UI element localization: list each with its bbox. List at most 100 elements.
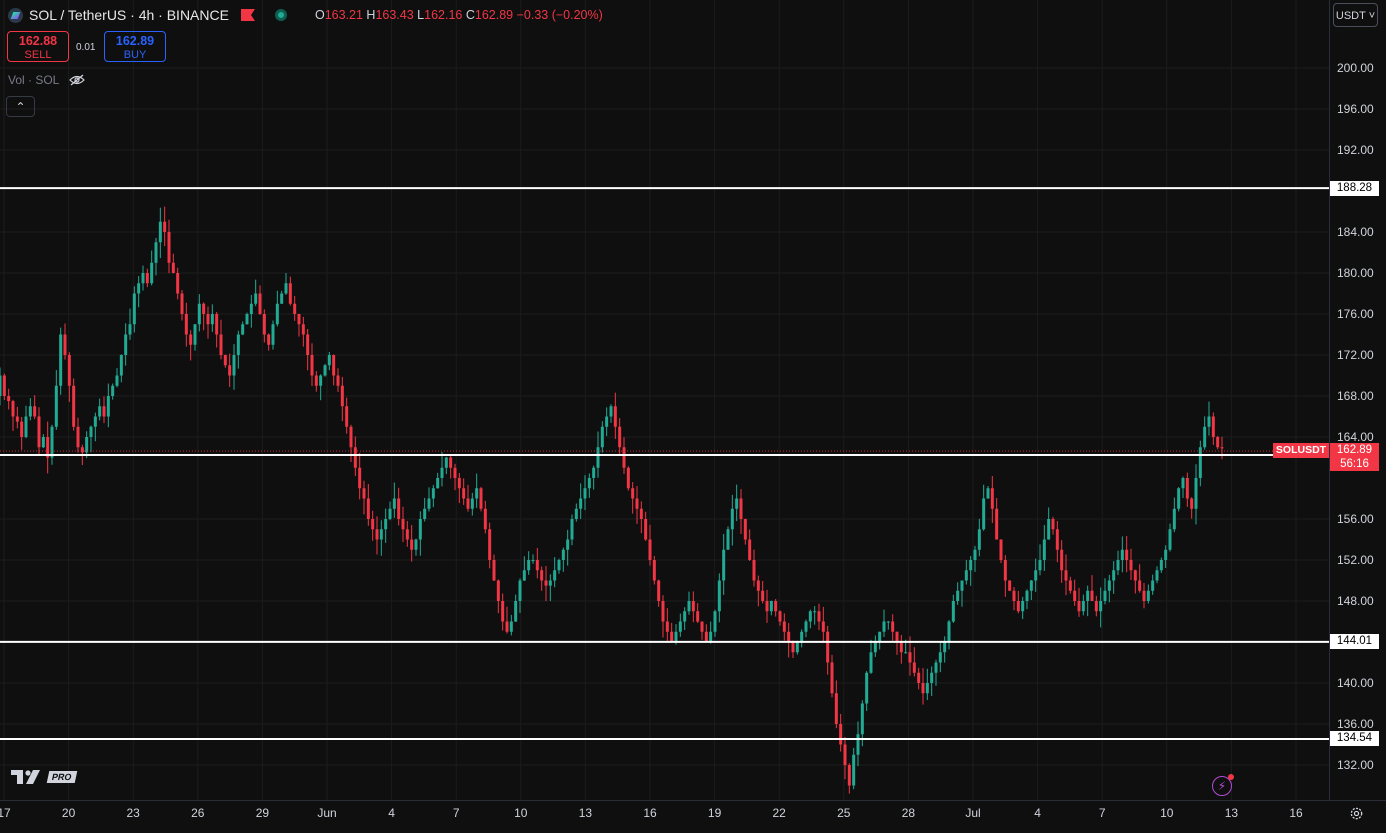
candle-body: [1125, 549, 1129, 560]
candle-body: [717, 580, 721, 612]
candle-body: [323, 365, 327, 376]
candle-body: [466, 498, 470, 509]
eye-hidden-icon[interactable]: [69, 74, 86, 86]
candle-body: [726, 529, 730, 550]
candle-body: [414, 539, 418, 550]
candle-body: [1107, 580, 1111, 591]
candlestick-series: [0, 206, 1224, 794]
candle-body: [795, 642, 799, 653]
candle-body: [553, 570, 557, 581]
time-tick: 4: [388, 806, 395, 820]
candle-body: [314, 375, 318, 386]
currency-label: USDT: [1335, 10, 1366, 22]
candle-body: [613, 406, 617, 427]
candle-body: [41, 437, 45, 448]
high-value: 163.43: [375, 8, 414, 22]
candle-body: [683, 611, 687, 622]
candle-body: [1021, 601, 1025, 612]
flag-icon[interactable]: [240, 9, 255, 21]
candle-body: [587, 478, 591, 489]
volume-indicator[interactable]: Vol · SOL: [8, 73, 86, 87]
candle-body: [908, 652, 912, 663]
candle-body: [1038, 560, 1042, 571]
buy-button[interactable]: 162.89 BUY: [104, 31, 166, 62]
candle-body: [1094, 601, 1098, 612]
time-tick: 7: [452, 806, 460, 820]
candle-body: [700, 621, 704, 632]
candle-body: [691, 601, 695, 612]
tradingview-logo[interactable]: PRO: [11, 770, 77, 784]
candle-body: [310, 355, 314, 376]
candle-body: [696, 611, 700, 622]
candle-body: [1168, 529, 1172, 550]
candle-body: [24, 416, 28, 437]
chart-grid: [0, 0, 1329, 800]
candle-body: [392, 498, 396, 509]
buy-label: BUY: [123, 49, 147, 61]
candle-body: [830, 662, 834, 694]
candle-body: [1198, 447, 1202, 478]
candle-body: [622, 447, 626, 468]
candle-body: [241, 324, 245, 335]
candle-body: [496, 580, 500, 601]
price-tick: 152.00: [1337, 553, 1374, 567]
candle-body: [769, 601, 773, 612]
time-tick: 13: [578, 806, 593, 820]
price-tick: 192.00: [1337, 143, 1374, 157]
candle-body: [475, 488, 479, 499]
candle-body: [427, 498, 431, 509]
horizontal-line-label: 188.28: [1330, 180, 1379, 196]
gear-icon[interactable]: [1349, 806, 1364, 821]
candle-body: [787, 631, 791, 642]
candle-body: [817, 611, 821, 622]
candle-body: [488, 529, 492, 560]
candle-body: [319, 375, 323, 386]
candle-body: [665, 621, 669, 632]
candle-body: [895, 631, 899, 642]
candle-body: [345, 406, 349, 427]
candle-body: [804, 621, 808, 632]
candle-body: [470, 498, 474, 509]
time-tick: 20: [61, 806, 76, 820]
sell-price: 162.88: [18, 34, 58, 48]
price-tick: 168.00: [1337, 389, 1374, 403]
candle-body: [362, 488, 366, 499]
candle-body: [280, 293, 284, 304]
price-chart[interactable]: [0, 0, 1386, 833]
candle-body: [791, 642, 795, 653]
candle-body: [1047, 519, 1051, 540]
time-tick: 17: [0, 806, 11, 820]
candle-body: [639, 508, 643, 519]
candle-body: [912, 662, 916, 673]
candle-body: [197, 303, 201, 325]
candle-body: [1203, 426, 1207, 448]
candle-body: [284, 283, 288, 294]
candle-body: [137, 283, 141, 294]
currency-selector[interactable]: USDT ˅: [1333, 3, 1378, 27]
candle-body: [1185, 478, 1189, 499]
candle-body: [934, 662, 938, 673]
candle-body: [605, 416, 609, 427]
candle-body: [856, 734, 860, 755]
sell-button[interactable]: 162.88 SELL: [7, 31, 69, 62]
collapse-legend-button[interactable]: ⌃: [6, 96, 35, 117]
candle-body: [813, 611, 817, 613]
candle-body: [730, 508, 734, 530]
candle-body: [379, 529, 383, 540]
candle-body: [960, 580, 964, 591]
candle-body: [938, 652, 942, 663]
candle-body: [423, 508, 427, 519]
candle-body: [999, 539, 1003, 560]
lightning-icon[interactable]: ⚡: [1212, 774, 1234, 796]
change-value: −0.33 (−0.20%): [516, 8, 603, 22]
symbol-title[interactable]: SOL / TetherUS · 4h · BINANCE: [29, 7, 229, 23]
candle-body: [739, 498, 743, 519]
bar-countdown: 56:16: [1340, 458, 1369, 470]
candle-body: [977, 529, 981, 550]
candle-body: [1172, 508, 1176, 530]
candle-body: [1129, 560, 1133, 571]
candle-body: [67, 355, 71, 386]
candle-body: [336, 375, 340, 386]
candle-body: [839, 724, 843, 745]
price-tick: 136.00: [1337, 717, 1374, 731]
